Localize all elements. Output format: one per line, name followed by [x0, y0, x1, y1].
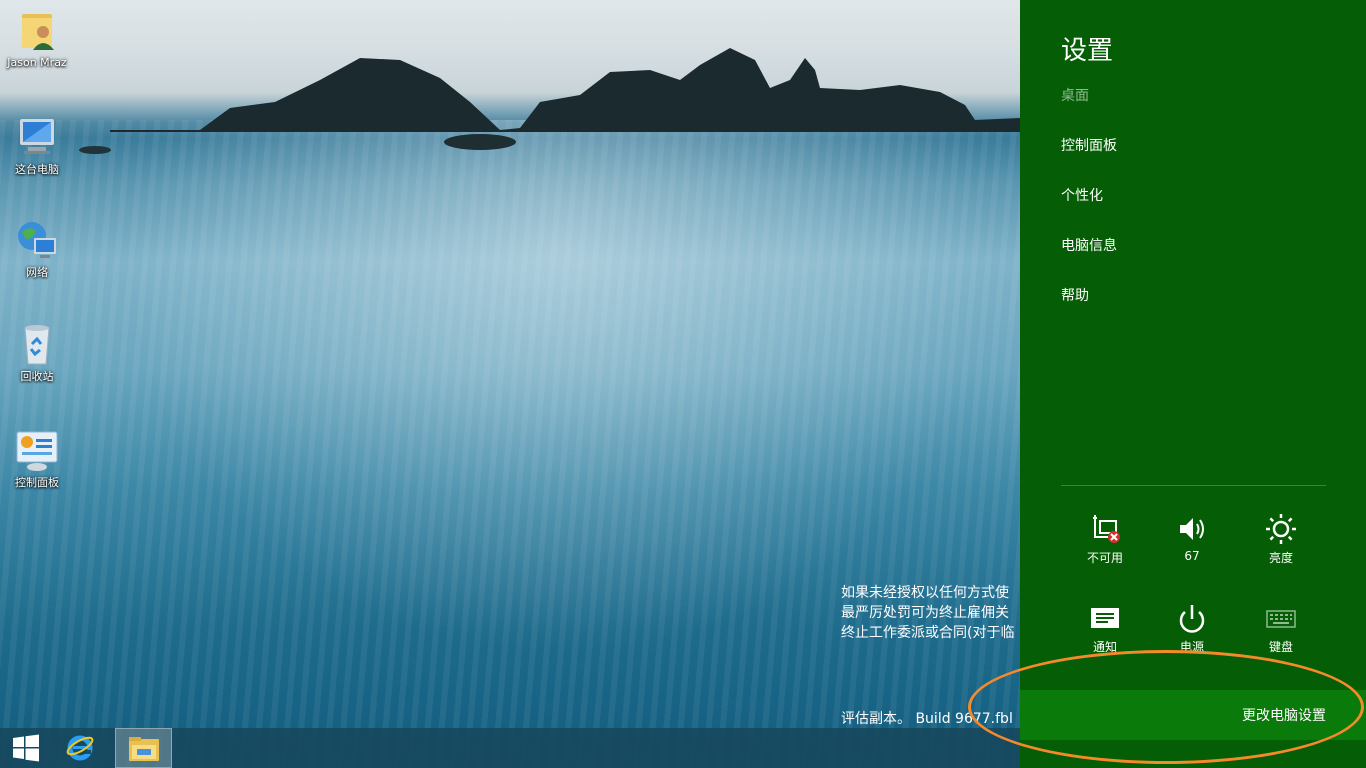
tile-label: 键盘 [1268, 640, 1293, 654]
desktop-icon-control-panel[interactable]: 控制面板 [0, 428, 74, 489]
charm-link-pc-info[interactable]: 电脑信息 [1061, 235, 1117, 255]
build-watermark: 评估副本。 Build 9677.fbl [841, 711, 1013, 727]
network-unavailable-icon [1093, 515, 1120, 543]
tile-label: 亮度 [1268, 551, 1293, 565]
network-icon [18, 222, 56, 258]
tile-power[interactable]: 电源 [1152, 604, 1232, 655]
control-panel-icon [16, 431, 58, 471]
wallpaper-water-rays [0, 120, 1020, 768]
taskbar [0, 728, 1020, 768]
tile-keyboard[interactable]: 键盘 [1241, 604, 1321, 655]
brightness-icon [1266, 514, 1296, 544]
change-pc-settings-label: 更改电脑设置 [1242, 708, 1326, 724]
tile-volume[interactable]: 67 [1152, 513, 1232, 563]
desktop-icon-network[interactable]: 网络 [0, 218, 74, 279]
windows-logo-icon [13, 734, 39, 762]
keyboard-icon [1266, 610, 1296, 628]
warning-line: 最严厉处罚可为终止雇佣关 [841, 605, 1009, 621]
desktop-icon-label: 回收站 [20, 370, 54, 383]
start-button[interactable] [2, 728, 52, 768]
charm-divider [1061, 485, 1326, 486]
charm-link-help[interactable]: 帮助 [1061, 285, 1089, 305]
evaluation-warning-text: 如果未经授权以任何方式使 最严厉处罚可为终止雇佣关 终止工作委派或合同(对于临 [841, 583, 1021, 643]
settings-charm-panel: 设置 桌面 控制面板 个性化 电脑信息 帮助 不可用 67 亮度 通知 电源 键… [1020, 0, 1366, 768]
computer-icon [20, 119, 54, 154]
recycle-bin-icon [24, 325, 50, 365]
internet-explorer-icon [66, 735, 94, 761]
user-folder-icon [22, 14, 54, 50]
volume-icon [1180, 518, 1204, 540]
tile-brightness[interactable]: 亮度 [1241, 513, 1321, 566]
desktop-icon-label: 网络 [26, 266, 48, 279]
file-explorer-icon [129, 737, 159, 761]
wallpaper-rocks [79, 48, 1020, 154]
taskbar-internet-explorer[interactable] [56, 728, 106, 768]
tile-label: 通知 [1092, 640, 1117, 654]
notifications-icon [1091, 608, 1119, 628]
charm-context-label: 桌面 [1061, 88, 1089, 104]
desktop-icon-label: 控制面板 [15, 476, 59, 489]
tile-network[interactable]: 不可用 [1065, 513, 1145, 566]
tile-label: 不可用 [1086, 551, 1123, 565]
desktop-icon-recycle-bin[interactable]: 回收站 [0, 322, 74, 383]
warning-line: 如果未经授权以任何方式使 [841, 585, 1009, 601]
tile-notifications[interactable]: 通知 [1065, 604, 1145, 655]
power-icon [1179, 605, 1205, 633]
desktop-icon-label: 这台电脑 [15, 163, 59, 176]
charm-title: 设置 [1061, 36, 1114, 66]
tile-label: 电源 [1179, 640, 1204, 654]
taskbar-file-explorer[interactable] [115, 728, 172, 768]
desktop-icon-this-pc[interactable]: 这台电脑 [0, 115, 74, 176]
desktop-icon-label: Jason Mraz [7, 56, 67, 69]
change-pc-settings-button[interactable]: 更改电脑设置 [1020, 690, 1366, 740]
charm-link-personalization[interactable]: 个性化 [1061, 185, 1103, 205]
warning-line: 终止工作委派或合同(对于临 [841, 625, 1015, 641]
charm-link-control-panel[interactable]: 控制面板 [1061, 135, 1117, 155]
tile-label: 67 [1184, 549, 1200, 563]
desktop-icon-user-folder[interactable]: Jason Mraz [0, 8, 74, 69]
